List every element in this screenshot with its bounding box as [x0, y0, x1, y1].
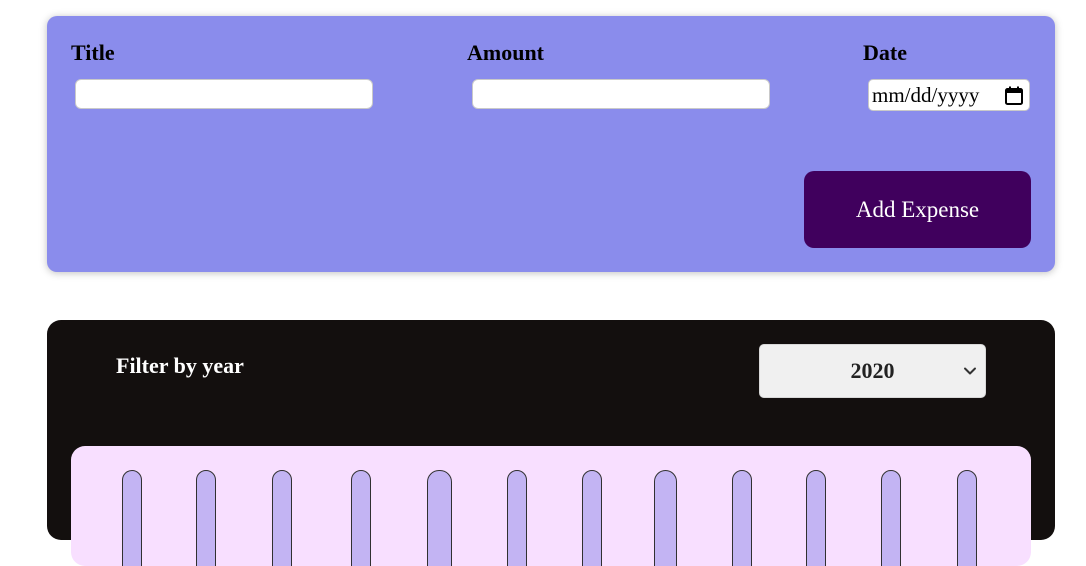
amount-label: Amount	[467, 40, 545, 65]
chart-bar	[427, 470, 452, 566]
chart-bar	[351, 470, 371, 566]
chart-bar	[806, 470, 826, 566]
chart-bar	[582, 470, 602, 566]
chart-bar	[732, 470, 752, 566]
filter-by-year-label: Filter by year	[116, 353, 244, 378]
chart-bar	[272, 470, 292, 566]
chevron-down-icon	[964, 367, 976, 375]
chart-bar	[507, 470, 527, 566]
expenses-chart	[71, 446, 1031, 566]
add-expense-button[interactable]: Add Expense	[804, 171, 1031, 248]
date-label: Date	[863, 40, 907, 65]
expenses-panel: Filter by year 2020	[47, 320, 1055, 566]
chart-bar	[881, 470, 901, 566]
date-field-group: Date	[863, 42, 907, 64]
selected-year: 2020	[850, 358, 895, 383]
chart-bar	[196, 470, 216, 566]
chart-bar	[122, 470, 142, 566]
title-input[interactable]	[75, 79, 373, 109]
title-field-group: Title	[71, 42, 115, 64]
chart-bar	[654, 470, 677, 566]
amount-input[interactable]	[472, 79, 770, 109]
amount-field-group: Amount	[467, 42, 544, 64]
new-expense-form: Title Amount Date mm/dd/yyyy Add Expense	[47, 16, 1055, 272]
chart-bar	[957, 470, 977, 566]
title-label: Title	[71, 40, 115, 65]
year-select[interactable]: 2020	[759, 344, 986, 398]
calendar-icon[interactable]	[1004, 86, 1024, 106]
date-placeholder: mm/dd/yyyy	[872, 82, 980, 107]
date-input[interactable]: mm/dd/yyyy	[868, 79, 1030, 111]
